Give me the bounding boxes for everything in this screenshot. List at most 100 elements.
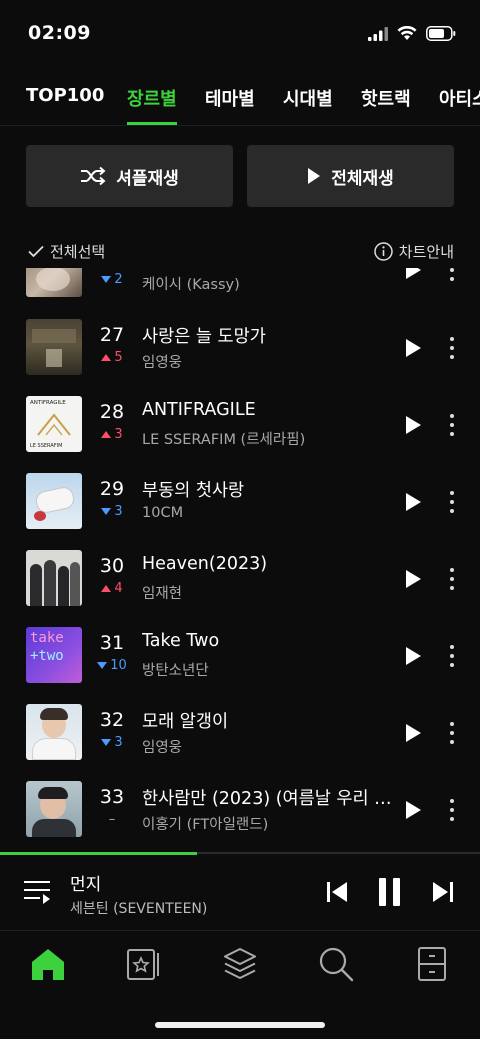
- more-options-icon[interactable]: [442, 720, 462, 746]
- play-all-label: 전체재생: [331, 168, 394, 189]
- mini-player[interactable]: 먼지 세븐틴 (SEVENTEEN): [0, 855, 480, 931]
- play-song-icon[interactable]: [402, 268, 424, 281]
- rank-up-icon: [101, 585, 112, 592]
- rank-change: –: [92, 812, 132, 827]
- my-music-icon[interactable]: [124, 944, 164, 984]
- rank-down-icon: [101, 276, 112, 283]
- playlist-icon[interactable]: [24, 880, 52, 906]
- song-artist: 이홍기 (FT아일랜드): [142, 817, 269, 833]
- tab-theme[interactable]: 테마별: [205, 85, 255, 111]
- rank-number: 33: [99, 786, 125, 808]
- play-song-icon[interactable]: [402, 414, 424, 436]
- album-art: [26, 319, 82, 375]
- tab-hot-track[interactable]: 핫트랙: [361, 85, 411, 111]
- home-indicator: [155, 1022, 325, 1028]
- album-art: [26, 268, 82, 297]
- library-icon[interactable]: [220, 944, 260, 984]
- tab-era[interactable]: 시대별: [283, 85, 333, 111]
- more-options-icon[interactable]: [442, 566, 462, 592]
- rank-number: 31: [99, 632, 125, 654]
- tab-top100[interactable]: TOP100: [26, 85, 104, 106]
- rank-change: 2: [92, 272, 132, 287]
- rank-change: 10: [92, 658, 132, 673]
- more-options-icon[interactable]: [442, 268, 462, 283]
- album-art-artist: LE SSERAFIM: [30, 443, 63, 449]
- album-art-title: ANTIFRAGILE: [30, 400, 66, 406]
- more-options-icon[interactable]: [442, 335, 462, 361]
- rank-up-icon: [101, 354, 112, 361]
- next-track-icon[interactable]: [432, 881, 454, 903]
- more-options-icon[interactable]: [442, 412, 462, 438]
- chart-guide-button[interactable]: 차트안내: [374, 241, 454, 262]
- rank-number: 27: [99, 324, 125, 346]
- rank-down-icon: [101, 508, 112, 515]
- song-artist: 방탄소년단: [142, 663, 209, 679]
- list-item[interactable]: 32 3 모래 알갱이 임영웅: [0, 704, 480, 781]
- rank-up-icon: [101, 431, 112, 438]
- storage-icon[interactable]: [412, 944, 452, 984]
- song-artist: 임영웅: [142, 740, 183, 756]
- search-icon[interactable]: [316, 944, 356, 984]
- pause-icon[interactable]: [378, 877, 402, 907]
- shuffle-icon: [81, 166, 106, 186]
- play-song-icon[interactable]: [402, 645, 424, 667]
- now-playing-title: 먼지: [70, 875, 102, 895]
- play-song-icon[interactable]: [402, 722, 424, 744]
- status-icons: [368, 26, 456, 41]
- rank-number: 29: [99, 478, 125, 500]
- song-title: 사랑은 늘 도망가: [142, 327, 266, 347]
- tab-artist[interactable]: 아티스: [439, 85, 480, 111]
- rank-change: 5: [92, 350, 132, 365]
- list-item[interactable]: 29 3 부동의 첫사랑 10CM: [0, 473, 480, 550]
- cellular-signal-icon: [368, 26, 388, 41]
- play-all-button[interactable]: 전체재생: [247, 145, 454, 207]
- battery-icon: [426, 26, 456, 41]
- song-artist: 임영웅: [142, 355, 183, 371]
- home-icon[interactable]: [28, 944, 68, 984]
- genre-tabs: TOP100 장르별 테마별 시대별 핫트랙 아티스: [0, 70, 480, 126]
- tab-genre[interactable]: 장르별: [127, 85, 177, 111]
- more-options-icon[interactable]: [442, 643, 462, 669]
- rank-number: 32: [99, 709, 125, 731]
- more-options-icon[interactable]: [442, 489, 462, 515]
- list-item[interactable]: ANTIFRAGILE LE SSERAFIM 28 3 ANTIFRAGILE…: [0, 396, 480, 473]
- more-options-icon[interactable]: [442, 797, 462, 823]
- play-song-icon[interactable]: [402, 799, 424, 821]
- shuffle-play-button[interactable]: 셔플재생: [26, 145, 233, 207]
- album-art: [26, 550, 82, 606]
- song-title: Take Two: [142, 631, 220, 651]
- select-all-label: 전체선택: [50, 243, 106, 261]
- select-all-toggle[interactable]: 전체선택: [28, 241, 105, 262]
- chart-song-list: 2 케이시 (Kassy) 27 5 사랑은 늘 도망가 임영웅 ANTIFRA…: [0, 268, 480, 852]
- rank-change: 4: [92, 581, 132, 596]
- previous-track-icon[interactable]: [326, 881, 348, 903]
- album-art: [26, 473, 82, 529]
- song-artist: LE SSERAFIM (르세라핌): [142, 432, 306, 448]
- checkmark-icon: [28, 245, 44, 258]
- song-title: ANTIFRAGILE: [142, 400, 256, 420]
- play-icon: [308, 168, 321, 184]
- play-song-icon[interactable]: [402, 337, 424, 359]
- active-tab-indicator: [127, 122, 177, 125]
- shuffle-play-label: 셔플재생: [116, 168, 179, 189]
- list-item[interactable]: 30 4 Heaven(2023) 임재현: [0, 550, 480, 627]
- album-art: [26, 781, 82, 837]
- song-title: 부동의 첫사랑: [142, 481, 245, 501]
- album-art-title: take: [30, 630, 64, 646]
- album-art-subtitle: +two: [30, 648, 64, 664]
- album-art: take +two: [26, 627, 82, 683]
- play-song-icon[interactable]: [402, 568, 424, 590]
- selection-bar: 전체선택 차트안내: [0, 236, 480, 268]
- list-item[interactable]: 2 케이시 (Kassy): [0, 268, 480, 318]
- rank-change: 3: [92, 427, 132, 442]
- play-song-icon[interactable]: [402, 491, 424, 513]
- list-item[interactable]: 27 5 사랑은 늘 도망가 임영웅: [0, 319, 480, 396]
- list-item[interactable]: 33 – 한사람만 (2023) (여름날 우리 X 이홍기) 이홍기 (FT아…: [0, 781, 480, 852]
- rank-down-icon: [97, 662, 108, 669]
- song-artist: 임재현: [142, 586, 183, 602]
- song-title: 모래 알갱이: [142, 712, 229, 732]
- wifi-icon: [397, 26, 417, 40]
- album-art: [26, 704, 82, 760]
- list-item[interactable]: take +two 31 10 Take Two 방탄소년단: [0, 627, 480, 704]
- rank-down-icon: [101, 739, 112, 746]
